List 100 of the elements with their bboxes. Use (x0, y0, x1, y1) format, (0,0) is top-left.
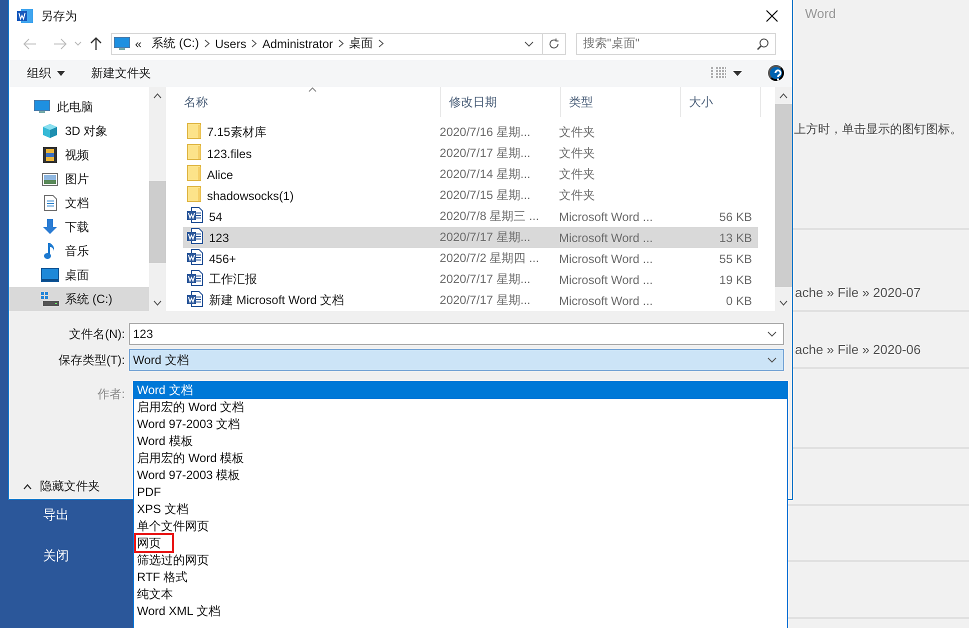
path-overflow-button[interactable]: « (130, 36, 147, 51)
search-icon (757, 38, 769, 50)
close-icon (766, 10, 778, 22)
dropdown-chevron-icon (524, 40, 534, 47)
file-type-option[interactable]: Word 文档 (134, 382, 787, 399)
file-row[interactable]: 123 2020/7/17 星期... Microsoft Word ... 13 KB (183, 227, 758, 248)
file-name: 54 (209, 210, 222, 224)
modified-date: 2020/7/17 星期... (440, 229, 530, 246)
file-type-option[interactable]: 单个文件网页 (134, 518, 787, 535)
sidebar-item[interactable]: 导出 (35, 505, 77, 525)
file-name: 123.files (207, 146, 252, 160)
nav-item[interactable]: 此电脑 (9, 95, 149, 119)
modified-date: 2020/7/16 星期... (440, 124, 530, 141)
nav-item[interactable]: 音乐 (9, 239, 149, 263)
breadcrumb[interactable]: Users (210, 36, 252, 51)
field-label: 文件名(N): (68, 326, 126, 342)
file-row[interactable]: 54 2020/7/8 星期三 ... Microsoft Word ... 56 KB (183, 206, 758, 227)
caret-icon (57, 70, 65, 76)
file-type-option[interactable]: Word XML 文档 (134, 603, 787, 620)
nav-item[interactable]: 视频 (9, 143, 149, 167)
modified-date: 2020/7/15 星期... (440, 187, 530, 204)
column-header[interactable]: 类型 (561, 87, 681, 117)
new-folder-button[interactable]: 新建文件夹 (83, 60, 159, 86)
chevron-right-icon (338, 39, 344, 48)
folder-icon (187, 165, 201, 184)
file-name-field[interactable]: 123 (129, 323, 784, 345)
modified-date: 2020/7/8 星期三 ... (440, 208, 540, 225)
help-button[interactable] (768, 65, 784, 82)
file-row[interactable]: 123.files 2020/7/17 星期... 文件夹 (183, 143, 758, 164)
hide-folders-button[interactable]: 隐藏文件夹 (19, 474, 104, 499)
column-header[interactable]: 名称 (176, 87, 441, 117)
file-type-option[interactable]: RTF 格式 (134, 569, 787, 586)
file-type-option[interactable]: Word 97-2003 文档 (134, 416, 787, 433)
scroll-up-icon[interactable] (153, 92, 162, 98)
nav-item[interactable]: 3D 对象 (9, 119, 149, 143)
download-icon (41, 219, 59, 235)
organize-menu[interactable]: 组织 (19, 60, 73, 86)
file-row[interactable]: 7.15素材库 2020/7/16 星期... 文件夹 (183, 122, 758, 143)
file-row[interactable]: 456+ 2020/7/2 星期四 ... Microsoft Word ... 55 KB (183, 248, 758, 269)
modified-date: 2020/7/17 星期... (440, 271, 530, 288)
refresh-icon (548, 38, 560, 50)
file-name: 工作汇报 (209, 271, 257, 288)
document-icon (41, 195, 59, 211)
save-type-dropdown[interactable]: Word 文档 (129, 349, 784, 371)
back-arrow-icon (23, 38, 37, 50)
recent-path[interactable]: ache » File » 2020-07 (795, 285, 921, 300)
file-name: Alice (207, 168, 234, 182)
file-row[interactable]: Alice 2020/7/14 星期... 文件夹 (183, 164, 758, 185)
chevron-right-icon (251, 39, 258, 48)
word-document-icon (187, 270, 203, 289)
file-size: 56 KB (719, 210, 752, 224)
file-type-option[interactable]: 纯文本 (134, 586, 787, 603)
scrollbar[interactable] (149, 87, 166, 311)
scrollbar[interactable] (775, 87, 792, 311)
breadcrumb[interactable]: 桌面 (344, 35, 378, 52)
word-document-icon (187, 207, 203, 226)
modified-date: 2020/7/17 星期... (440, 145, 530, 162)
caret-icon (74, 41, 82, 46)
file-type-option[interactable]: PDF (134, 484, 787, 501)
desktop-icon (41, 268, 59, 282)
nav-item[interactable]: 下载 (9, 215, 149, 239)
computer-icon (114, 36, 130, 51)
scroll-down-icon[interactable] (779, 300, 788, 306)
file-type-option[interactable]: Word 97-2003 模板 (134, 467, 787, 484)
modified-date: 2020/7/2 星期四 ... (440, 250, 540, 267)
file-type-option[interactable]: Word 模板 (134, 433, 787, 450)
caret-icon (23, 484, 32, 490)
details-view-icon (711, 67, 727, 80)
search-field[interactable]: 搜索"桌面" (576, 32, 776, 55)
nav-item[interactable]: 图片 (9, 167, 149, 191)
file-name: 123 (209, 230, 230, 244)
column-header[interactable]: 修改日期 (441, 87, 561, 117)
scroll-down-icon[interactable] (153, 300, 162, 306)
file-name: shadowsocks(1) (207, 188, 294, 202)
file-row[interactable]: 新建 Microsoft Word 文档 2020/7/17 星期... Microsoft Word ... 0 KB (183, 290, 758, 311)
file-row[interactable]: shadowsocks(1) 2020/7/15 星期... 文件夹 (183, 185, 758, 206)
recent-path[interactable]: ache » File » 2020-06 (795, 342, 921, 357)
nav-item[interactable]: 桌面 (9, 263, 149, 287)
file-type-option[interactable]: XPS 文档 (134, 501, 787, 518)
file-type-option[interactable]: 启用宏的 Word 模板 (134, 450, 787, 467)
column-header[interactable]: 大小 (681, 87, 761, 117)
file-type: 文件夹 (559, 145, 596, 162)
nav-item[interactable]: 系统 (C:) (9, 287, 149, 311)
nav-item[interactable]: 文档 (9, 191, 149, 215)
chevron-right-icon (204, 39, 210, 48)
file-row[interactable]: 工作汇报 2020/7/17 星期... Microsoft Word ... 19 KB (183, 269, 758, 290)
file-type-option[interactable]: 网页 (134, 535, 787, 552)
folder-icon (187, 186, 201, 205)
breadcrumb[interactable]: Administrator (257, 36, 338, 51)
chevron-right-icon (378, 39, 384, 48)
modified-date: 2020/7/14 星期... (440, 166, 530, 183)
up-arrow-icon (90, 36, 102, 51)
breadcrumb[interactable]: 系统 (C:) (146, 35, 204, 52)
sidebar-item[interactable]: 关闭 (35, 546, 77, 566)
cube-icon (41, 123, 59, 139)
forward-arrow-icon (53, 38, 67, 50)
file-type-option[interactable]: 启用宏的 Word 文档 (134, 399, 787, 416)
address-bar[interactable]: « 系统 (C:) Users Administrator 桌面 (111, 32, 566, 55)
file-type-option[interactable]: 筛选过的网页 (134, 552, 787, 569)
scroll-up-icon[interactable] (779, 92, 788, 98)
